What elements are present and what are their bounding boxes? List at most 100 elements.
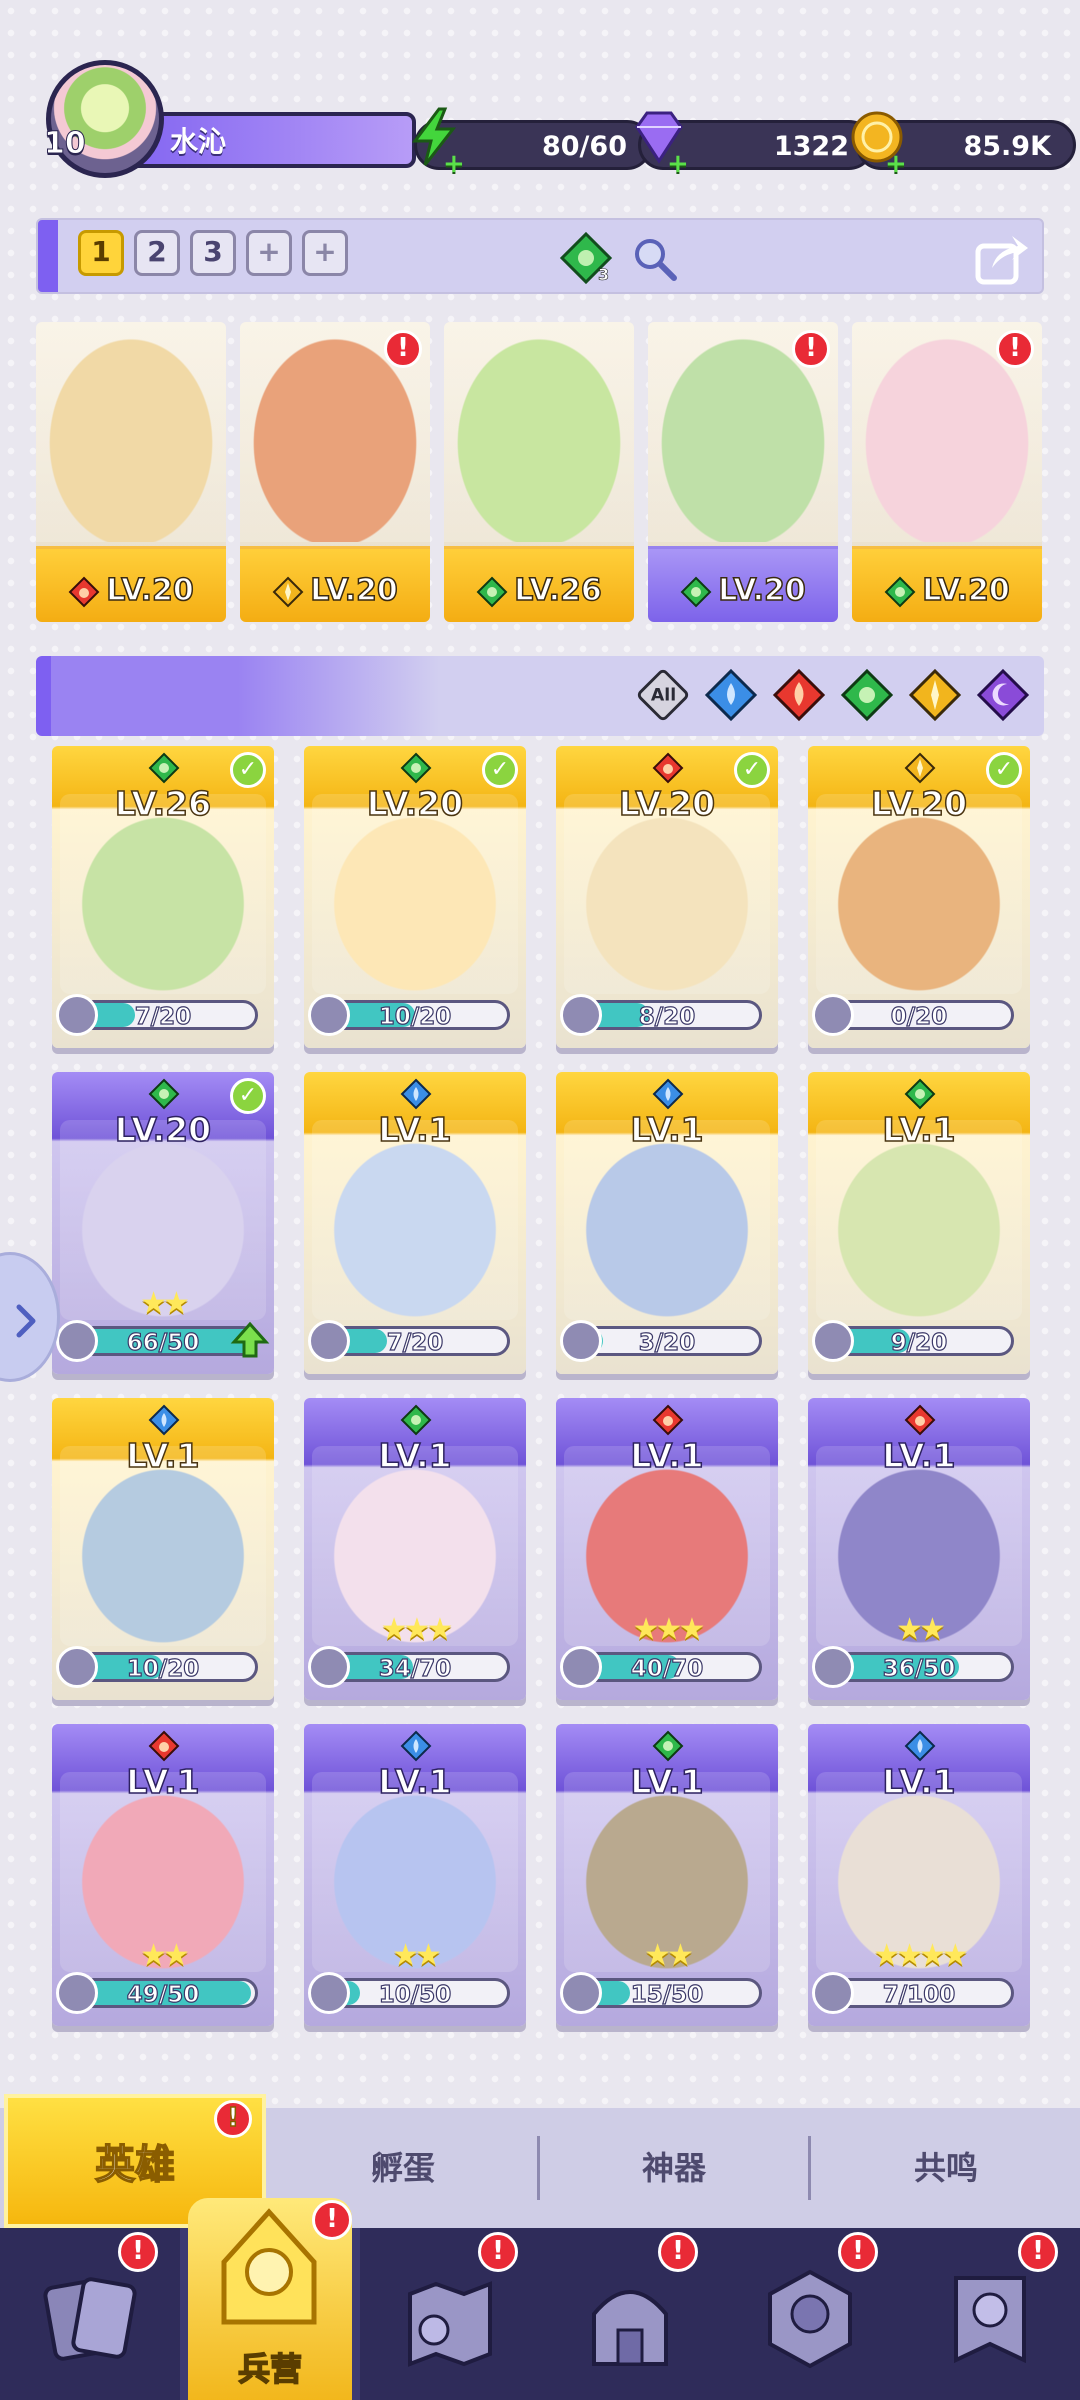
hero-portrait [564, 794, 770, 994]
shard-icon [812, 1320, 854, 1362]
chevron-right-icon [16, 1304, 36, 1338]
alert-badge: ! [1018, 2232, 1058, 2272]
energy-plus-icon[interactable]: + [443, 149, 465, 179]
hero-level: LV.1 [378, 1761, 453, 1802]
star-rating: ★★ [644, 1938, 694, 1973]
filter-nature-icon[interactable] [840, 668, 894, 722]
hero-card[interactable]: LV.1 ★★★ 34/70 [304, 1398, 526, 1700]
nature-icon [400, 752, 432, 784]
team-hero-card[interactable]: LV.26 [444, 322, 634, 622]
side-expand-tab[interactable] [0, 1252, 60, 1382]
hero-level: LV.20 [240, 572, 430, 609]
nature-icon [400, 1404, 432, 1436]
tab-resonance[interactable]: 共鸣 [812, 2108, 1080, 2228]
hero-portrait [816, 794, 1022, 994]
coins-plus-icon[interactable]: + [885, 149, 907, 179]
hero-card[interactable]: ✓ LV.26 7/20 [52, 746, 274, 1048]
hero-level: LV.20 [366, 783, 464, 824]
player-profile[interactable]: 10 水沁 [36, 60, 416, 178]
hero-card[interactable]: LV.1 ★★ 10/50 [304, 1724, 526, 2026]
filter-light-icon[interactable] [908, 668, 962, 722]
nav-cards[interactable]: ! [0, 2228, 180, 2400]
team-hero-card[interactable]: LV.20 ! [240, 322, 430, 622]
owned-check-icon: ✓ [230, 752, 266, 788]
shard-icon [308, 1320, 350, 1362]
shard-icon [56, 994, 98, 1036]
top-bar: 10 水沁 + 80/60 + 1322 + 85.9K [36, 60, 1076, 179]
star-rating: ★★ [140, 1938, 190, 1973]
shard-icon [560, 1646, 602, 1688]
hero-level: LV.1 [630, 1109, 705, 1150]
hero-card[interactable]: LV.1 10/20 [52, 1398, 274, 1700]
hero-card[interactable]: LV.1 ★★ 36/50 [808, 1398, 1030, 1700]
star-rating: ★★ [392, 1938, 442, 1973]
team-tab-1[interactable]: 1 [78, 230, 124, 276]
nav-castle[interactable]: ! [540, 2228, 720, 2400]
star-rating: ★★★ [380, 1612, 454, 1647]
hero-portrait [564, 1120, 770, 1320]
filter-dark-icon[interactable] [976, 668, 1030, 722]
fire-icon [68, 576, 100, 607]
nature-icon [652, 1730, 684, 1762]
team-tab-3[interactable]: 3 [190, 230, 236, 276]
team-tab-add-1[interactable]: + [246, 230, 292, 276]
hero-level: LV.1 [882, 1109, 957, 1150]
coins-resource[interactable]: + 85.9K [851, 111, 1076, 179]
team-hero-card[interactable]: LV.20 ! [852, 322, 1042, 622]
filter-fire-icon[interactable] [772, 668, 826, 722]
shard-progress-text: 66/50 [126, 1329, 200, 1356]
shard-icon [560, 1972, 602, 2014]
hero-card[interactable]: LV.1 ★★★★ 7/100 [808, 1724, 1030, 2026]
filter-all-button[interactable]: All [635, 667, 691, 723]
fire-icon [652, 1404, 684, 1436]
shard-icon [308, 994, 350, 1036]
hero-level: LV.20 [114, 1109, 212, 1150]
team-element-count: 3 [598, 265, 609, 284]
fire-icon [148, 1730, 180, 1762]
team-hero-card[interactable]: LV.20 [36, 322, 226, 622]
alert-badge: ! [996, 330, 1034, 368]
team-element-icon[interactable]: 3 [558, 230, 614, 286]
hero-level: LV.20 [36, 572, 226, 609]
hero-portrait [816, 1120, 1022, 1320]
energy-resource[interactable]: + 80/60 [412, 107, 652, 179]
fire-icon [652, 752, 684, 784]
hero-card[interactable]: ✓ LV.20 0/20 [808, 746, 1030, 1048]
nav-barracks[interactable]: 兵营 ! [180, 2198, 360, 2400]
map-icon [408, 2281, 492, 2367]
shard-progress-text: 7/20 [134, 1003, 192, 1030]
hero-card[interactable]: ✓ LV.20 ★★ 66/50 [52, 1072, 274, 1374]
upgrade-arrow-icon[interactable] [230, 1320, 270, 1360]
water-icon [904, 1730, 936, 1762]
hero-card[interactable]: LV.1 ★★★ 40/70 [556, 1398, 778, 1700]
hero-portrait [36, 322, 226, 542]
hero-card[interactable]: LV.1 ★★ 15/50 [556, 1724, 778, 2026]
hero-card[interactable]: ✓ LV.20 10/20 [304, 746, 526, 1048]
shard-progress-text: 15/50 [630, 1981, 704, 2008]
gems-value: 1322 [773, 131, 849, 162]
shard-icon [812, 1972, 854, 2014]
tab-artifacts[interactable]: 神器 [540, 2108, 808, 2228]
gems-resource[interactable]: + 1322 [635, 111, 874, 179]
owned-check-icon: ✓ [482, 752, 518, 788]
shard-progress-text: 7/100 [882, 1981, 956, 2008]
castle-icon [592, 2290, 668, 2366]
team-tab-add-2[interactable]: + [302, 230, 348, 276]
hero-card[interactable]: LV.1 ★★ 49/50 [52, 1724, 274, 2026]
filter-water-icon[interactable] [704, 668, 758, 722]
hero-card[interactable]: LV.1 3/20 [556, 1072, 778, 1374]
hero-card[interactable]: ✓ LV.20 8/20 [556, 746, 778, 1048]
magnifier-icon[interactable] [630, 234, 678, 282]
share-icon[interactable] [972, 228, 1032, 288]
water-icon [400, 1078, 432, 1110]
hero-card[interactable]: LV.1 9/20 [808, 1072, 1030, 1374]
shard-progress-text: 10/20 [126, 1655, 200, 1682]
nav-map[interactable]: ! [360, 2228, 540, 2400]
nav-guild[interactable]: ! [720, 2228, 900, 2400]
fire-icon [904, 1404, 936, 1436]
team-hero-card[interactable]: LV.20 ! [648, 322, 838, 622]
team-tab-2[interactable]: 2 [134, 230, 180, 276]
nav-banner[interactable]: ! [900, 2228, 1080, 2400]
gems-plus-icon[interactable]: + [667, 149, 689, 179]
hero-card[interactable]: LV.1 7/20 [304, 1072, 526, 1374]
